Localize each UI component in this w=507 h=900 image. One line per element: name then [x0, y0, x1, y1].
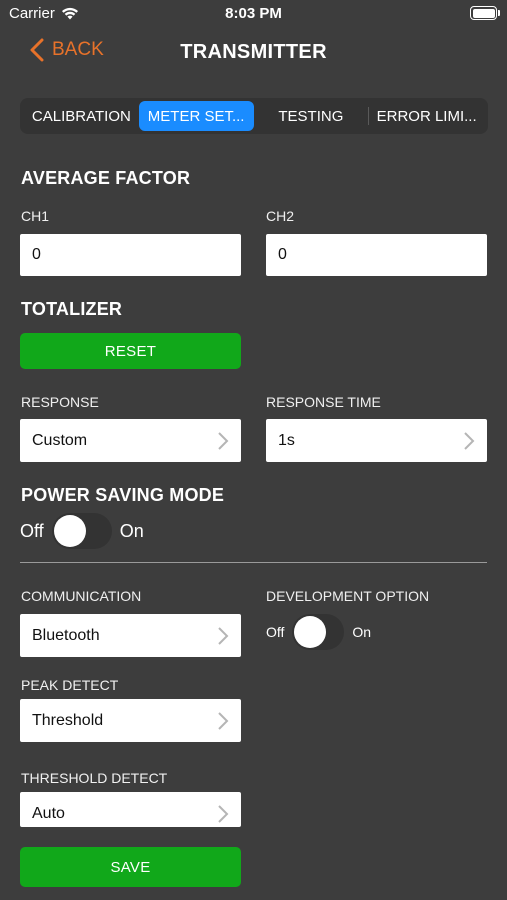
battery-tip: [498, 10, 500, 16]
threshold-detect-select[interactable]: Auto: [20, 792, 241, 827]
tab-meter-settings[interactable]: METER SET...: [138, 101, 254, 131]
battery-icon: [470, 6, 497, 20]
tab-error-limits[interactable]: ERROR LIMI...: [369, 101, 484, 131]
chevron-right-icon: [218, 711, 229, 730]
chevron-right-icon: [218, 626, 229, 645]
communication-label: COMMUNICATION: [21, 588, 142, 604]
peak-detect-value: Threshold: [32, 711, 104, 729]
threshold-detect-label: THRESHOLD DETECT: [21, 770, 168, 786]
communication-select[interactable]: Bluetooth: [20, 614, 241, 657]
development-on-label: On: [352, 624, 372, 640]
response-time-label: RESPONSE TIME: [266, 394, 381, 410]
ch1-label: CH1: [21, 208, 50, 224]
threshold-detect-value: Auto: [32, 805, 65, 822]
communication-value: Bluetooth: [32, 626, 100, 644]
segmented-tabs: CALIBRATION METER SET... TESTING ERROR L…: [20, 98, 488, 134]
response-time-select[interactable]: 1s: [266, 419, 487, 462]
toggle-knob: [294, 616, 327, 648]
tab-label: ERROR LIMI...: [376, 107, 477, 125]
tab-testing[interactable]: TESTING: [254, 101, 369, 131]
totalizer-title: TOTALIZER: [21, 299, 123, 319]
power-saving-toggle[interactable]: [51, 513, 112, 549]
toggle-knob: [53, 515, 86, 547]
save-button[interactable]: SAVE: [20, 847, 241, 887]
ch1-input[interactable]: 0: [20, 234, 241, 276]
page-title: TRANSMITTER: [180, 41, 327, 63]
chevron-right-icon: [218, 431, 229, 450]
power-saving-row: Off On: [20, 513, 144, 549]
tab-calibration[interactable]: CALIBRATION: [24, 101, 139, 131]
response-time-value: 1s: [278, 431, 295, 449]
development-option-toggle[interactable]: [292, 614, 345, 650]
development-off-label: Off: [266, 624, 285, 640]
response-label: RESPONSE: [21, 394, 99, 410]
chevron-right-icon: [464, 431, 475, 450]
response-value: Custom: [32, 431, 88, 449]
power-saving-off-label: Off: [20, 520, 44, 541]
tab-label: METER SET...: [147, 107, 245, 125]
response-select[interactable]: Custom: [20, 419, 241, 462]
status-time: 8:03 PM: [225, 5, 282, 22]
power-saving-title: POWER SAVING MODE: [21, 485, 225, 505]
power-saving-on-label: On: [119, 520, 144, 541]
reset-button[interactable]: RESET: [20, 333, 241, 369]
average-factor-title: AVERAGE FACTOR: [21, 168, 191, 188]
peak-detect-label: PEAK DETECT: [21, 677, 119, 693]
tab-label: TESTING: [278, 107, 344, 125]
ch1-value: 0: [32, 246, 41, 263]
ch2-label: CH2: [266, 208, 295, 224]
ch2-input[interactable]: 0: [266, 234, 487, 276]
development-option-label: DEVELOPMENT OPTION: [266, 588, 430, 604]
development-option-row: Off On: [266, 614, 371, 650]
peak-detect-select[interactable]: Threshold: [20, 699, 241, 742]
tab-label: CALIBRATION: [31, 107, 131, 125]
divider: [20, 562, 487, 563]
chevron-right-icon: [218, 805, 229, 823]
ch2-value: 0: [278, 246, 287, 263]
